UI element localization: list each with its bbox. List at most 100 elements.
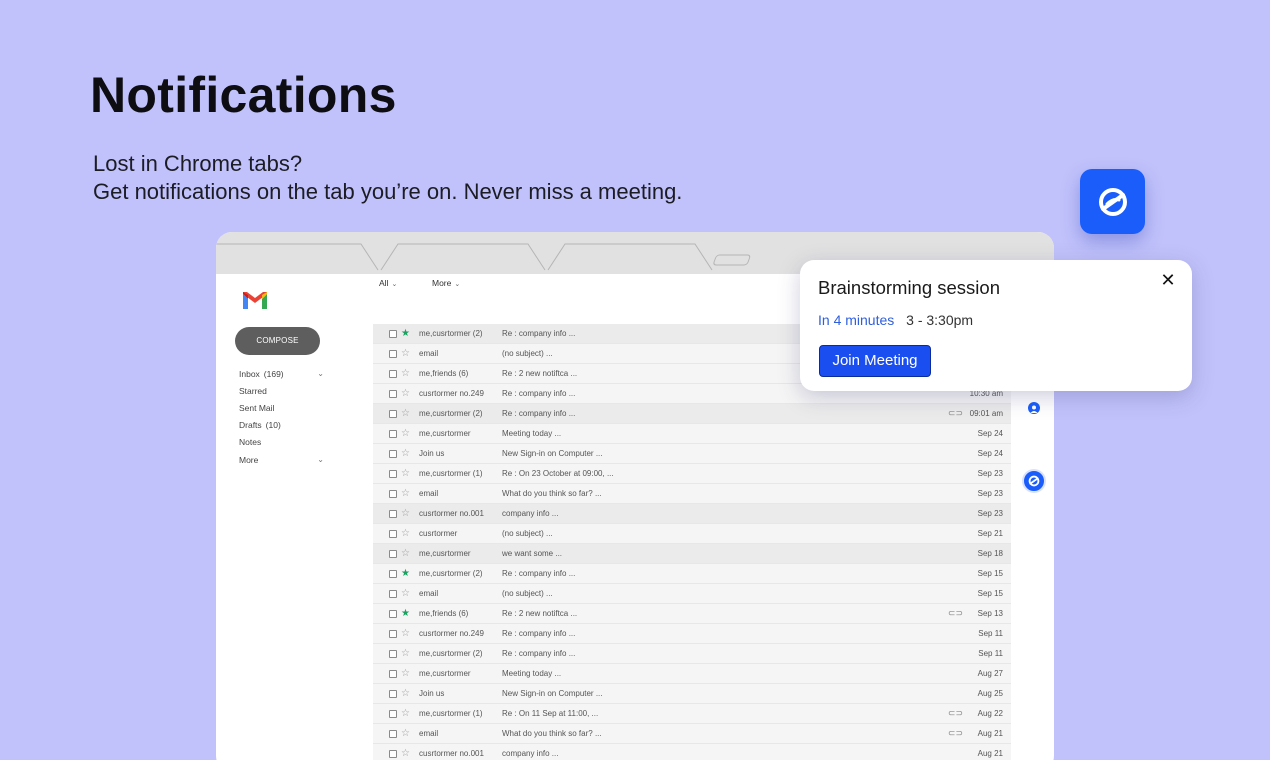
row-checkbox[interactable]	[389, 709, 397, 718]
star-icon[interactable]: ☆	[401, 448, 413, 459]
row-date: Sep 24	[977, 429, 1003, 438]
row-sender: Join us	[419, 689, 445, 698]
table-row[interactable]: ☆ cusrtormer (no subject) ... Sep 21	[373, 524, 1011, 544]
star-icon[interactable]: ☆	[401, 728, 413, 739]
row-checkbox[interactable]	[389, 589, 397, 598]
table-row[interactable]: ☆ cusrtormer no.001 company info ... Sep 23	[373, 504, 1011, 524]
star-icon[interactable]: ☆	[401, 748, 413, 759]
table-row[interactable]: ☆ me,cusrtormer Meeting today ... Aug 27	[373, 664, 1011, 684]
chevron-down-icon[interactable]: ⌄	[317, 455, 324, 464]
sidebar-item-sent-mail[interactable]: Sent Mail	[239, 399, 324, 416]
gmail-logo-icon[interactable]	[241, 290, 269, 315]
table-row[interactable]: ☆ email What do you think so far? ... ⊂⊃ Aug…	[373, 724, 1011, 744]
table-row[interactable]: ☆ me,cusrtormer (2) Re : company info ... ⊂…	[373, 404, 1011, 424]
compose-button[interactable]: COMPOSE	[235, 327, 320, 355]
row-checkbox[interactable]	[389, 609, 397, 618]
chevron-down-icon[interactable]: ⌄	[317, 369, 324, 378]
star-icon[interactable]: ☆	[401, 528, 413, 539]
row-checkbox[interactable]	[389, 489, 397, 498]
table-row[interactable]: ☆ email (no subject) ... Sep 15	[373, 584, 1011, 604]
row-subject: What do you think so far? ...	[502, 489, 602, 498]
star-icon[interactable]: ☆	[401, 408, 413, 419]
table-row[interactable]: ★ me,friends (6) Re : 2 new notiftca ... ⊂⊃…	[373, 604, 1011, 624]
star-icon[interactable]: ★	[401, 568, 413, 579]
attachment-icon: ⊂⊃	[947, 708, 963, 718]
extension-side-icon[interactable]	[1022, 469, 1046, 493]
star-icon[interactable]: ☆	[401, 488, 413, 499]
row-sender: me,cusrtormer (1)	[419, 709, 483, 718]
close-icon[interactable]: ✕	[1158, 270, 1178, 290]
table-row[interactable]: ☆ me,cusrtormer (1) Re : On 11 Sep at 11:0…	[373, 704, 1011, 724]
row-checkbox[interactable]	[389, 529, 397, 538]
table-row[interactable]: ☆ Join us New Sign-in on Computer ... Aug 2…	[373, 684, 1011, 704]
row-sender: cusrtormer no.001	[419, 749, 484, 758]
page-title: Notifications	[90, 67, 397, 123]
row-date: Sep 15	[977, 569, 1003, 578]
contacts-icon[interactable]	[1028, 402, 1040, 414]
row-checkbox[interactable]	[389, 469, 397, 478]
table-row[interactable]: ☆ cusrtormer no.001 company info ... Aug 21	[373, 744, 1011, 760]
row-checkbox[interactable]	[389, 449, 397, 458]
row-sender: cusrtormer no.249	[419, 389, 484, 398]
row-checkbox[interactable]	[389, 729, 397, 738]
star-icon[interactable]: ☆	[401, 388, 413, 399]
table-row[interactable]: ☆ email What do you think so far? ... Sep 2…	[373, 484, 1011, 504]
star-icon[interactable]: ☆	[401, 348, 413, 359]
table-row[interactable]: ☆ me,cusrtormer (1) Re : On 23 October at …	[373, 464, 1011, 484]
row-date: Sep 15	[977, 589, 1003, 598]
star-icon[interactable]: ★	[401, 328, 413, 339]
row-subject: Meeting today ...	[502, 669, 562, 678]
sidebar-item-inbox[interactable]: Inbox (169) ⌄	[239, 365, 324, 382]
row-subject: (no subject) ...	[502, 589, 553, 598]
star-icon[interactable]: ☆	[401, 548, 413, 559]
sidebar-item-starred[interactable]: Starred	[239, 382, 324, 399]
star-icon[interactable]: ☆	[401, 648, 413, 659]
table-row[interactable]: ☆ cusrtormer no.249 Re : company info ... S…	[373, 624, 1011, 644]
star-icon[interactable]: ☆	[401, 708, 413, 719]
star-icon[interactable]: ☆	[401, 368, 413, 379]
notification-title: Brainstorming session	[818, 277, 1000, 298]
table-row[interactable]: ☆ me,cusrtormer Meeting today ... Sep 24	[373, 424, 1011, 444]
table-row[interactable]: ☆ me,cusrtormer we want some ... Sep 18	[373, 544, 1011, 564]
star-icon[interactable]: ☆	[401, 688, 413, 699]
sidebar-item-drafts[interactable]: Drafts (10)	[239, 417, 324, 434]
row-date: Sep 11	[978, 649, 1003, 658]
app-logo-icon	[1080, 169, 1145, 234]
sidebar-item-notes[interactable]: Notes	[239, 434, 324, 451]
star-icon[interactable]: ☆	[401, 508, 413, 519]
star-icon[interactable]: ☆	[401, 628, 413, 639]
row-sender: email	[419, 489, 439, 498]
row-checkbox[interactable]	[389, 549, 397, 558]
row-subject: Re : On 11 Sep at 11:00, ...	[502, 709, 599, 718]
row-checkbox[interactable]	[389, 569, 397, 578]
row-checkbox[interactable]	[389, 369, 397, 378]
join-meeting-button[interactable]: Join Meeting	[819, 345, 931, 377]
row-sender: me,cusrtormer (2)	[419, 569, 483, 578]
sidebar-item-more[interactable]: More ⌄	[239, 451, 324, 468]
star-icon[interactable]: ☆	[401, 668, 413, 679]
row-checkbox[interactable]	[389, 629, 397, 638]
star-icon[interactable]: ☆	[401, 468, 413, 479]
table-row[interactable]: ★ me,cusrtormer (2) Re : company info ... S…	[373, 564, 1011, 584]
row-checkbox[interactable]	[389, 669, 397, 678]
row-checkbox[interactable]	[389, 429, 397, 438]
star-icon[interactable]: ★	[401, 608, 413, 619]
star-icon[interactable]: ☆	[401, 588, 413, 599]
table-row[interactable]: ☆ Join us New Sign-in on Computer ... Sep 2…	[373, 444, 1011, 464]
table-row[interactable]: ☆ me,cusrtormer (2) Re : company info ... S…	[373, 644, 1011, 664]
row-sender: cusrtormer	[419, 529, 458, 538]
row-sender: me,cusrtormer	[419, 549, 471, 558]
row-checkbox[interactable]	[389, 409, 397, 418]
subtitle-line-2: Get notifications on the tab you’re on. …	[93, 179, 683, 204]
row-checkbox[interactable]	[389, 389, 397, 398]
star-icon[interactable]: ☆	[401, 428, 413, 439]
row-subject: Re : company info ...	[502, 569, 576, 578]
row-checkbox[interactable]	[389, 329, 397, 338]
row-checkbox[interactable]	[389, 649, 397, 658]
filter-all-dropdown[interactable]: All ⌄	[379, 278, 397, 288]
row-checkbox[interactable]	[389, 689, 397, 698]
row-checkbox[interactable]	[389, 749, 397, 758]
row-checkbox[interactable]	[389, 509, 397, 518]
more-actions-dropdown[interactable]: More ⌄	[432, 278, 460, 288]
row-checkbox[interactable]	[389, 349, 397, 358]
